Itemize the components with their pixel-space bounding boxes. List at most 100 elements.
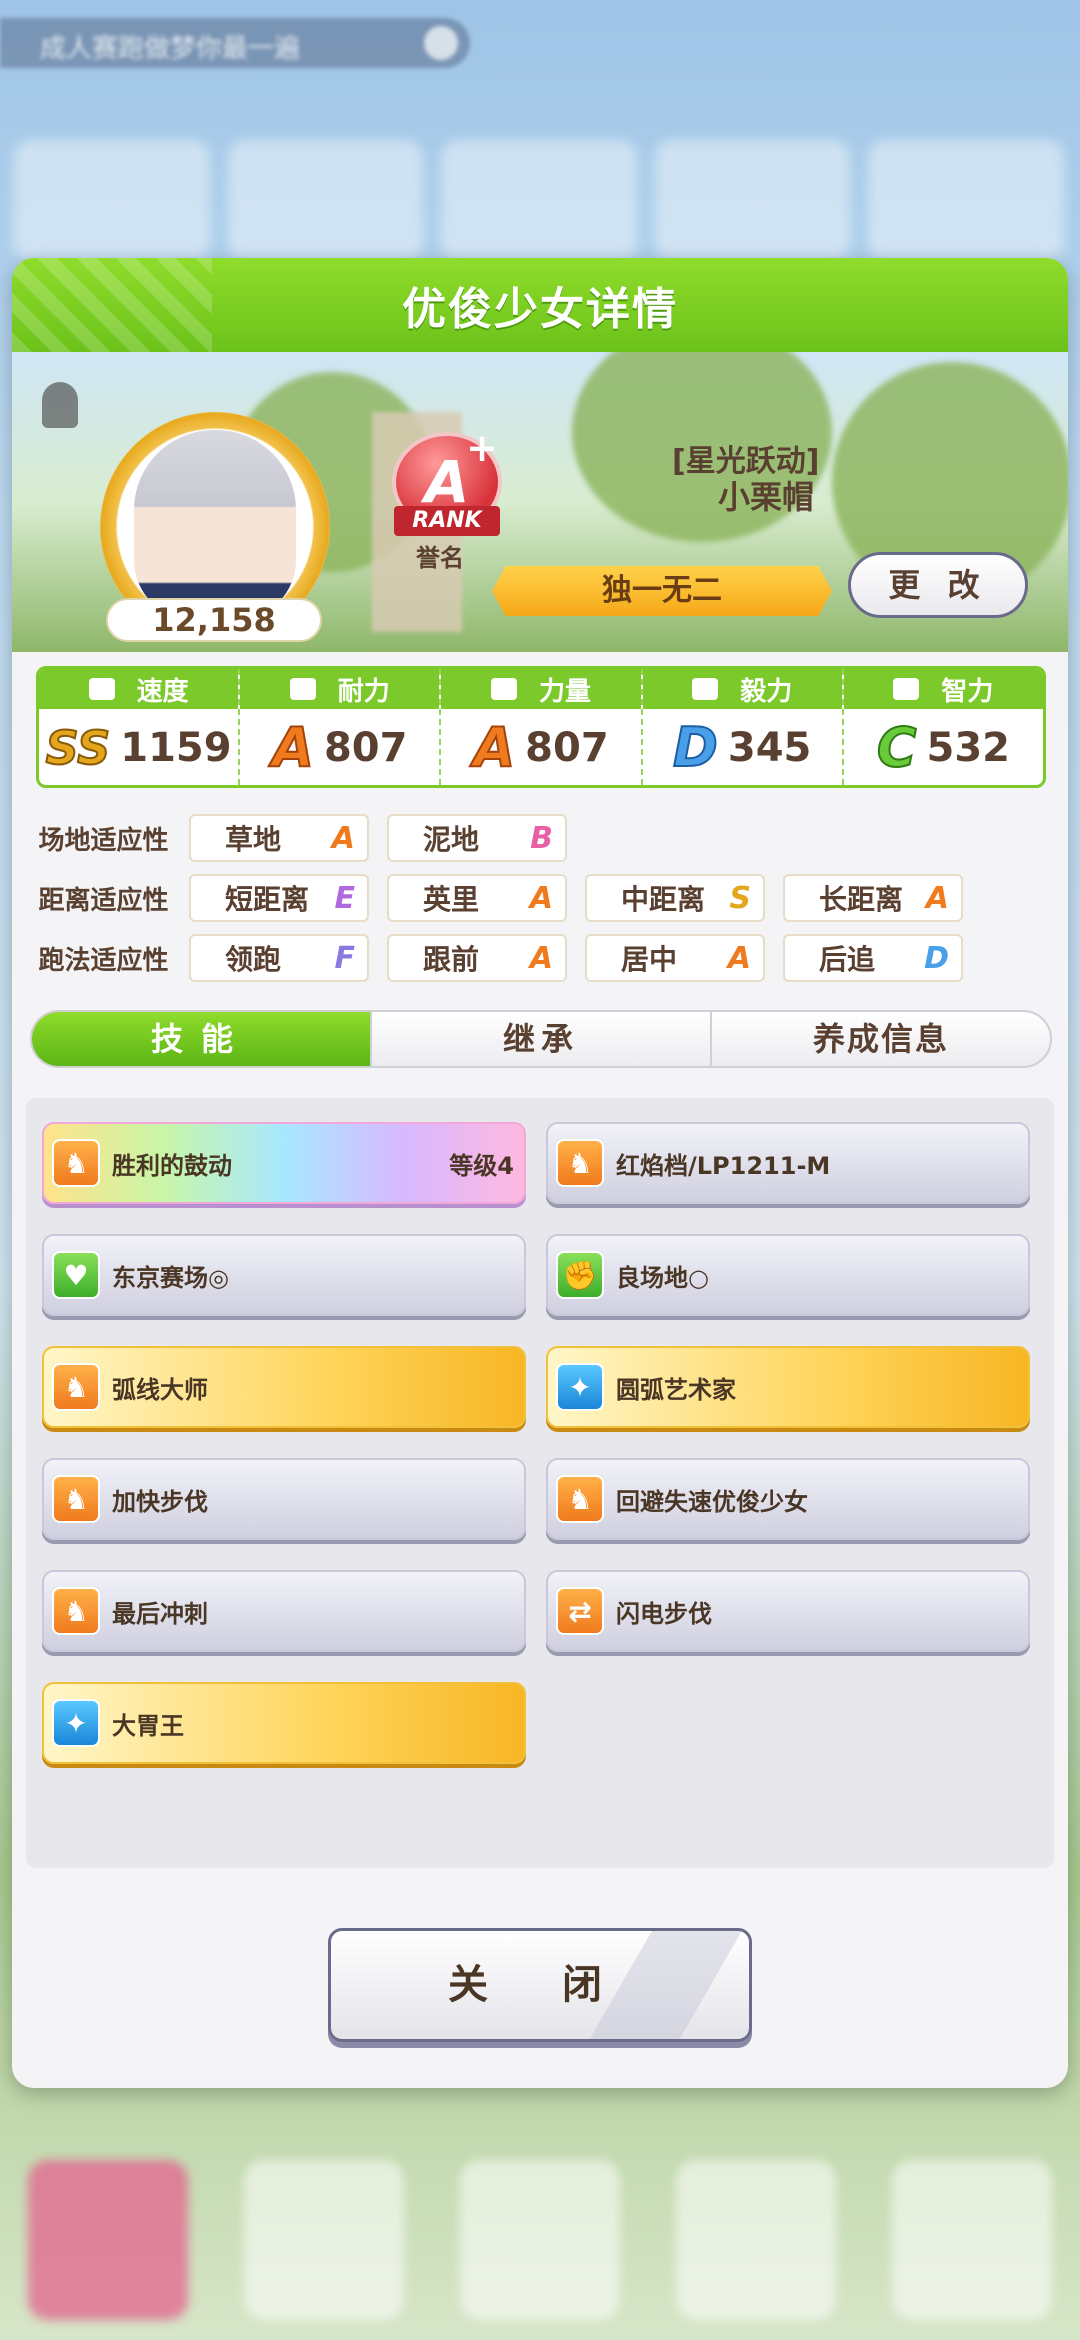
heart-icon: ♥	[52, 1251, 100, 1299]
stats-panel: 速度 SS 1159 耐力 A 807 力量 A 807 毅力 D 345 智力 C 53…	[36, 666, 1046, 788]
background-nav-tile	[676, 2160, 836, 2320]
background-nav-tile	[892, 2160, 1052, 2320]
aptitude-label: 跑法适应性	[38, 945, 169, 976]
skill-name: 大胃王	[112, 1711, 184, 1740]
skill-name: 东京赛场◎	[112, 1263, 229, 1292]
skill-card[interactable]: ✊ 良场地○	[546, 1234, 1030, 1316]
stat-guts: 毅力 D 345	[642, 669, 844, 785]
aptitude-item: 居中 A	[585, 934, 765, 982]
background-bottom-nav	[0, 2080, 1080, 2340]
skill-card[interactable]: ♥ 东京赛场◎	[42, 1234, 526, 1316]
change-epithet-button[interactable]: 更 改	[848, 552, 1028, 618]
running-horse-icon: ♞	[52, 1363, 100, 1411]
stat-label: 毅力	[740, 676, 793, 707]
tab-training-info[interactable]: 养成信息	[712, 1012, 1050, 1066]
distance-aptitude-row: 距离适应性 短距离 E 英里 A 中距离 S 长距离 A	[36, 868, 1046, 928]
skills-panel: ♞ 胜利的鼓动 等级4 ♞ 红焰档/LP1211-M ♥ 东京赛场◎ ✊ 良场地…	[26, 1098, 1054, 1868]
heart-icon	[289, 678, 316, 700]
muscle-icon: ✊	[556, 1251, 604, 1299]
aptitude-item: 草地 A	[189, 814, 369, 862]
stat-value: 532	[926, 725, 1010, 771]
skill-name: 圆弧艺术家	[616, 1375, 736, 1404]
skills-grid: ♞ 胜利的鼓动 等级4 ♞ 红焰档/LP1211-M ♥ 东京赛场◎ ✊ 良场地…	[42, 1122, 1038, 1764]
aptitude-item: 泥地 B	[387, 814, 567, 862]
fan-count: 12,158	[106, 598, 322, 642]
skill-name: 最后冲刺	[112, 1599, 208, 1628]
skill-card[interactable]: ♞ 胜利的鼓动 等级4	[42, 1122, 526, 1204]
dialog-title: 优俊少女详情	[402, 284, 678, 335]
background-nav-tile	[28, 2160, 188, 2320]
skill-card[interactable]: ♞ 回避失速优俊少女	[546, 1458, 1030, 1540]
aptitude-item: 短距离 E	[189, 874, 369, 922]
tab-inheritance[interactable]: 继承	[372, 1012, 712, 1066]
stat-power: 力量 A 807	[441, 669, 643, 785]
muscle-icon	[491, 678, 517, 700]
running-horse-icon: ♞	[52, 1587, 100, 1635]
aptitude-item: 领跑 F	[189, 934, 369, 982]
stat-value: 1159	[120, 725, 232, 771]
background-nav-tile	[244, 2160, 404, 2320]
skill-name: 红焰档/LP1211-M	[616, 1151, 831, 1180]
stat-grade: A	[472, 716, 516, 779]
background-nav-tile	[460, 2160, 620, 2320]
aptitude-label: 距离适应性	[38, 885, 169, 916]
stat-stamina: 耐力 A 807	[240, 669, 442, 785]
rank-word: RANK	[394, 506, 500, 536]
character-name: 小栗帽	[718, 478, 815, 516]
flame-icon	[692, 678, 719, 700]
detail-tabs: 技能 继承 养成信息	[30, 1010, 1052, 1068]
stat-grade: SS	[45, 721, 112, 775]
shoe-icon	[88, 678, 115, 700]
rank-plus: +	[466, 426, 498, 470]
graduation-cap-icon	[893, 678, 920, 700]
style-aptitude-row: 跑法适应性 领跑 F 跟前 A 居中 A 后追 D	[36, 928, 1046, 988]
skill-card[interactable]: ♞ 弧线大师	[42, 1346, 526, 1428]
background-info-icon	[424, 26, 458, 60]
skill-name: 良场地○	[616, 1263, 709, 1292]
honor-label: 誉名	[416, 544, 464, 572]
avatar-portrait	[134, 430, 296, 620]
skill-card[interactable]: ♞ 最后冲刺	[42, 1570, 526, 1652]
stat-label: 速度	[136, 676, 189, 707]
skill-card[interactable]: ✦ 圆弧艺术家	[546, 1346, 1030, 1428]
track-aptitude-row: 场地适应性 草地 A 泥地 B	[36, 808, 1046, 868]
background-top-bar-text: 成人赛跑做梦你最一遍	[40, 34, 301, 64]
aptitude-item: 跟前 A	[387, 934, 567, 982]
running-horse-icon: ♞	[556, 1139, 604, 1187]
background-top-bar: 成人赛跑做梦你最一遍	[0, 18, 470, 68]
background-character-row	[14, 140, 1064, 260]
skill-name: 加快步伐	[112, 1487, 208, 1516]
skill-name: 弧线大师	[112, 1375, 208, 1404]
skill-card[interactable]: ♞ 加快步伐	[42, 1458, 526, 1540]
stat-label: 力量	[539, 676, 592, 707]
tab-skills[interactable]: 技能	[32, 1012, 372, 1066]
skill-card[interactable]: ♞ 红焰档/LP1211-M	[546, 1122, 1030, 1204]
aptitude-item: 后追 D	[783, 934, 963, 982]
rank-badge: A + RANK	[392, 426, 502, 542]
aptitude-panel: 场地适应性 草地 A 泥地 B 距离适应性 短距离 E 英里 A 中距离 S 长距离 A 跑…	[36, 808, 1046, 988]
horseshoe-icon	[42, 382, 78, 428]
skill-name: 回避失速优俊少女	[616, 1487, 808, 1516]
stat-wisdom: 智力 C 532	[843, 669, 1043, 785]
close-button[interactable]: 关 闭	[328, 1928, 752, 2042]
stat-value: 345	[727, 725, 812, 771]
stat-grade: A	[271, 716, 315, 779]
swap-arrows-icon: ⇄	[556, 1587, 604, 1635]
stat-speed: 速度 SS 1159	[39, 669, 241, 785]
skill-name: 胜利的鼓动	[112, 1151, 232, 1180]
running-horse-icon: ♞	[556, 1475, 604, 1523]
stat-label: 智力	[941, 676, 994, 707]
stat-label: 耐力	[337, 676, 390, 707]
aptitude-label: 场地适应性	[38, 825, 169, 856]
aptitude-item: 中距离 S	[585, 874, 765, 922]
skill-card[interactable]: ⇄ 闪电步伐	[546, 1570, 1030, 1652]
character-banner: 12,158 A + RANK 誉名 [星光跃动] 小栗帽 独一无二 更 改	[12, 352, 1068, 652]
running-horse-icon: ♞	[52, 1139, 100, 1187]
sparkle-icon: ✦	[52, 1699, 100, 1747]
epithet-ribbon: 独一无二	[492, 566, 832, 616]
running-horse-icon: ♞	[52, 1475, 100, 1523]
stat-value: 807	[525, 725, 609, 771]
stat-grade: C	[876, 716, 918, 779]
skill-card[interactable]: ✦ 大胃王	[42, 1682, 526, 1764]
skill-name: 闪电步伐	[616, 1599, 712, 1628]
